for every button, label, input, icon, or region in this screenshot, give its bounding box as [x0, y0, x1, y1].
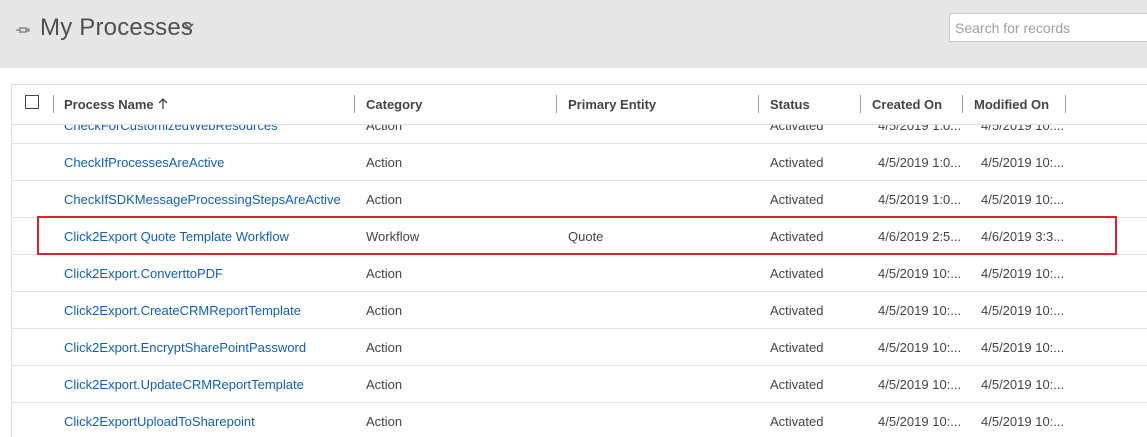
status-cell: Activated	[770, 266, 824, 281]
primary-entity-cell	[568, 255, 758, 292]
column-header-primary-entity[interactable]: Primary Entity	[568, 85, 656, 125]
created-on-cell: 4/5/2019 10:...	[878, 414, 962, 429]
created-on-cell: 4/5/2019 10:...	[878, 340, 962, 355]
status-cell: Activated	[770, 192, 824, 207]
column-header-label: Created On	[872, 97, 943, 112]
column-separator[interactable]	[53, 95, 54, 113]
primary-entity-cell	[568, 144, 758, 181]
category-cell: Action	[366, 192, 403, 207]
search-input[interactable]	[949, 13, 1147, 42]
process-name-link[interactable]: Click2ExportUploadToSharepoint	[64, 403, 354, 437]
primary-entity-cell	[568, 403, 758, 437]
primary-entity-cell	[568, 366, 758, 403]
column-header-label: Primary Entity	[568, 97, 657, 112]
status-cell: Activated	[770, 229, 824, 244]
status-cell: Activated	[770, 414, 824, 429]
status-cell: Activated	[770, 377, 824, 392]
process-name-link[interactable]: CheckIfSDKMessageProcessingStepsAreActiv…	[64, 181, 354, 218]
table-row[interactable]: CheckIfSDKMessageProcessingStepsAreActiv…	[12, 181, 1147, 218]
category-cell: Action	[366, 377, 403, 392]
process-name-link[interactable]: Click2Export.EncryptSharePointPassword	[64, 329, 354, 366]
column-separator[interactable]	[758, 95, 759, 113]
status-cell: Activated	[770, 155, 824, 170]
pin-icon[interactable]	[15, 22, 31, 38]
status-cell: Activated	[770, 303, 824, 318]
process-name-link[interactable]: Click2Export.CreateCRMReportTemplate	[64, 292, 354, 329]
status-cell: Activated	[770, 340, 824, 355]
modified-on-cell: 4/5/2019 10:...	[981, 303, 1065, 318]
modified-on-cell: 4/5/2019 10:...	[981, 155, 1065, 170]
table-row[interactable]: Click2ExportUploadToSharepoint Action Acti…	[12, 403, 1147, 437]
primary-entity-cell	[568, 181, 758, 218]
modified-on-cell: 4/5/2019 10:...	[981, 414, 1065, 429]
primary-entity-cell	[568, 292, 758, 329]
column-header-created-on[interactable]: Created On	[872, 85, 942, 125]
column-header-modified-on[interactable]: Modified On	[974, 85, 1049, 125]
table-row[interactable]: Click2Export.UpdateCRMReportTemplate Acti…	[12, 366, 1147, 403]
primary-entity-cell: Quote	[568, 229, 604, 244]
category-cell: Action	[366, 303, 403, 318]
column-separator[interactable]	[962, 95, 963, 113]
process-name-link[interactable]: CheckIfProcessesAreActive	[64, 144, 354, 181]
modified-on-cell: 4/6/2019 3:3...	[981, 229, 1065, 244]
modified-on-cell: 4/5/2019 10:...	[981, 340, 1065, 355]
table-row[interactable]: Click2Export.ConverttoPDF Action Activated…	[12, 255, 1147, 292]
category-cell: Action	[366, 155, 403, 170]
created-on-cell: 4/5/2019 10:...	[878, 377, 962, 392]
view-title[interactable]: My Processes	[40, 14, 193, 42]
table-row[interactable]: Click2Export.CreateCRMReportTemplate Acti…	[12, 292, 1147, 329]
column-header-label: Modified On	[974, 97, 1050, 112]
column-header-category[interactable]: Category	[366, 85, 422, 125]
grid-rows: CheckForCustomizedWebResources Action Acti…	[12, 107, 1147, 437]
header-bar: My Processes	[0, 0, 1147, 68]
primary-entity-cell	[568, 329, 758, 366]
category-cell: Action	[366, 414, 403, 429]
column-separator[interactable]	[1065, 95, 1066, 113]
category-cell: Action	[366, 266, 403, 281]
created-on-cell: 4/5/2019 1:0...	[878, 155, 962, 170]
modified-on-cell: 4/5/2019 10:...	[981, 266, 1065, 281]
category-cell: Workflow	[366, 229, 420, 244]
column-header-status[interactable]: Status	[770, 85, 810, 125]
created-on-cell: 4/5/2019 1:0...	[878, 192, 962, 207]
column-header-label: Process Name	[64, 97, 154, 112]
created-on-cell: 4/6/2019 2:5...	[878, 229, 962, 244]
table-row[interactable]: Click2Export.EncryptSharePointPassword Ac…	[12, 329, 1147, 366]
process-name-link[interactable]: Click2Export Quote Template Workflow	[64, 218, 354, 255]
column-separator[interactable]	[354, 95, 355, 113]
modified-on-cell: 4/5/2019 10:...	[981, 192, 1065, 207]
chevron-down-icon[interactable]	[183, 20, 195, 32]
column-header-label: Category	[366, 97, 423, 112]
process-name-link[interactable]: Click2Export.UpdateCRMReportTemplate	[64, 366, 354, 403]
table-row[interactable]: Click2Export Quote Template Workflow Work…	[12, 218, 1147, 255]
table-row[interactable]: CheckIfProcessesAreActive Action Activated…	[12, 144, 1147, 181]
records-grid: CheckForCustomizedWebResources Action Acti…	[11, 84, 1147, 437]
sort-ascending-icon	[158, 98, 168, 109]
column-separator[interactable]	[860, 95, 861, 113]
created-on-cell: 4/5/2019 10:...	[878, 266, 962, 281]
created-on-cell: 4/5/2019 10:...	[878, 303, 962, 318]
modified-on-cell: 4/5/2019 10:...	[981, 377, 1065, 392]
grid-header: Process Name Category Primary Entity Sta…	[12, 85, 1147, 125]
column-separator[interactable]	[556, 95, 557, 113]
process-name-link[interactable]: Click2Export.ConverttoPDF	[64, 255, 354, 292]
category-cell: Action	[366, 340, 403, 355]
column-header-label: Status	[770, 97, 810, 112]
select-all-checkbox[interactable]	[25, 95, 39, 109]
column-header-process-name[interactable]: Process Name	[64, 85, 168, 125]
